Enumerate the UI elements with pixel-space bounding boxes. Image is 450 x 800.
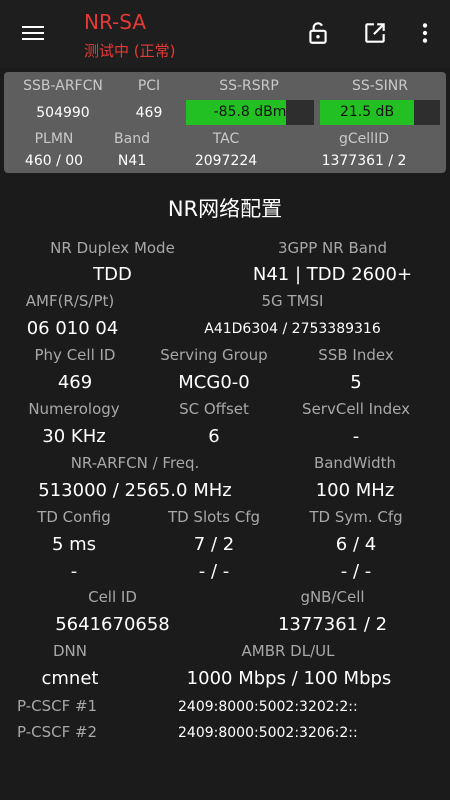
bandwidth-value: 100 MHz <box>315 480 395 501</box>
td-slots-cfg-value-2: - / - <box>198 561 230 582</box>
servcell-index-label: ServCell Index <box>302 400 410 418</box>
numerology-value: 30 KHz <box>42 426 106 447</box>
cell-id-label: Cell ID <box>88 588 137 606</box>
dnn-label: DNN <box>53 642 87 660</box>
ssb-arfcn-label: SSB-ARFCN <box>23 78 103 94</box>
ambr-value: 1000 Mbps / 100 Mbps <box>186 668 392 689</box>
td-sym-cfg-value: 6 / 4 <box>335 534 377 555</box>
pci-label: PCI <box>137 78 161 94</box>
app-bar: NR-SA 测试中 (正常) <box>0 0 450 68</box>
pcscf1-label: P-CSCF #1 <box>17 697 98 715</box>
td-config-value-2: - <box>70 561 78 582</box>
pcscf2-value: 2409:8000:5002:3206:2:: <box>178 725 358 741</box>
duplex-mode-value: TDD <box>93 264 132 285</box>
nr-band-value: N41 | TDD 2600+ <box>252 264 413 285</box>
gnb-cell-value: 1377361 / 2 <box>277 614 388 635</box>
open-in-new-icon[interactable] <box>362 20 388 46</box>
gnb-cell-label: gNB/Cell <box>300 588 365 606</box>
band-label: Band <box>114 131 150 147</box>
sc-offset-value: 6 <box>208 426 220 447</box>
sinr-bar: 21.5 dB <box>320 100 440 125</box>
plmn-value: 460 / 00 <box>24 153 84 169</box>
sc-offset-label: SC Offset <box>179 400 249 418</box>
rsrp-value: -85.8 dBm <box>213 104 287 120</box>
pcscf1-value: 2409:8000:5002:3202:2:: <box>178 699 358 715</box>
lock-open-icon[interactable] <box>305 20 331 46</box>
pcscf2-label: P-CSCF #2 <box>17 723 98 741</box>
ss-sinr-label: SS-SINR <box>351 78 409 94</box>
bandwidth-label: BandWidth <box>313 454 397 472</box>
serving-group-label: Serving Group <box>160 346 268 364</box>
rsrp-bar: -85.8 dBm <box>186 100 314 125</box>
numerology-label: Numerology <box>28 400 120 418</box>
phy-cell-id-label: Phy Cell ID <box>34 346 116 364</box>
td-slots-cfg-value: 7 / 2 <box>193 534 235 555</box>
sinr-value: 21.5 dB <box>339 104 395 120</box>
phy-cell-id-value: 469 <box>57 372 93 393</box>
dnn-value: cmnet <box>41 668 99 689</box>
td-config-label: TD Config <box>37 508 111 526</box>
servcell-index-value: - <box>352 426 360 447</box>
signal-summary-panel: SSB-ARFCN PCI SS-RSRP SS-SINR 504990 469… <box>4 72 446 173</box>
plmn-label: PLMN <box>34 131 74 147</box>
band-value: N41 <box>117 153 147 169</box>
ss-rsrp-label: SS-RSRP <box>219 78 279 94</box>
nr-arfcn-value: 513000 / 2565.0 MHz <box>38 480 232 501</box>
amf-label: AMF(R/S/Pt) <box>25 292 115 310</box>
more-vert-icon[interactable] <box>412 20 438 46</box>
tmsi-label: 5G TMSI <box>261 292 324 310</box>
pci-value: 469 <box>135 105 163 121</box>
tac-label: TAC <box>212 131 240 147</box>
app-title: NR-SA <box>84 10 147 34</box>
cell-id-value: 5641670658 <box>55 614 170 635</box>
amf-value: 06 010 04 <box>26 318 119 339</box>
status-subtitle: 测试中 (正常) <box>84 42 176 60</box>
nr-band-label: 3GPP NR Band <box>278 239 387 257</box>
tac-value: 2097224 <box>194 153 258 169</box>
serving-group-value: MCG0-0 <box>178 372 250 393</box>
ssb-arfcn-value: 504990 <box>36 105 90 121</box>
section-title: NR网络配置 <box>167 197 283 221</box>
gcellid-value: 1377361 / 2 <box>321 153 407 169</box>
ssb-index-label: SSB Index <box>318 346 394 364</box>
tmsi-value: A41D6304 / 2753389316 <box>204 321 381 337</box>
td-slots-cfg-label: TD Slots Cfg <box>167 508 261 526</box>
td-sym-cfg-label: TD Sym. Cfg <box>309 508 403 526</box>
duplex-mode-label: NR Duplex Mode <box>50 239 175 257</box>
nr-arfcn-label: NR-ARFCN / Freq. <box>70 454 200 472</box>
menu-icon[interactable] <box>20 22 46 44</box>
ssb-index-value: 5 <box>350 372 362 393</box>
td-sym-cfg-value-2: - / - <box>340 561 372 582</box>
gcellid-label: gCellID <box>339 131 389 147</box>
td-config-value: 5 ms <box>51 534 97 555</box>
ambr-label: AMBR DL/UL <box>241 642 335 660</box>
